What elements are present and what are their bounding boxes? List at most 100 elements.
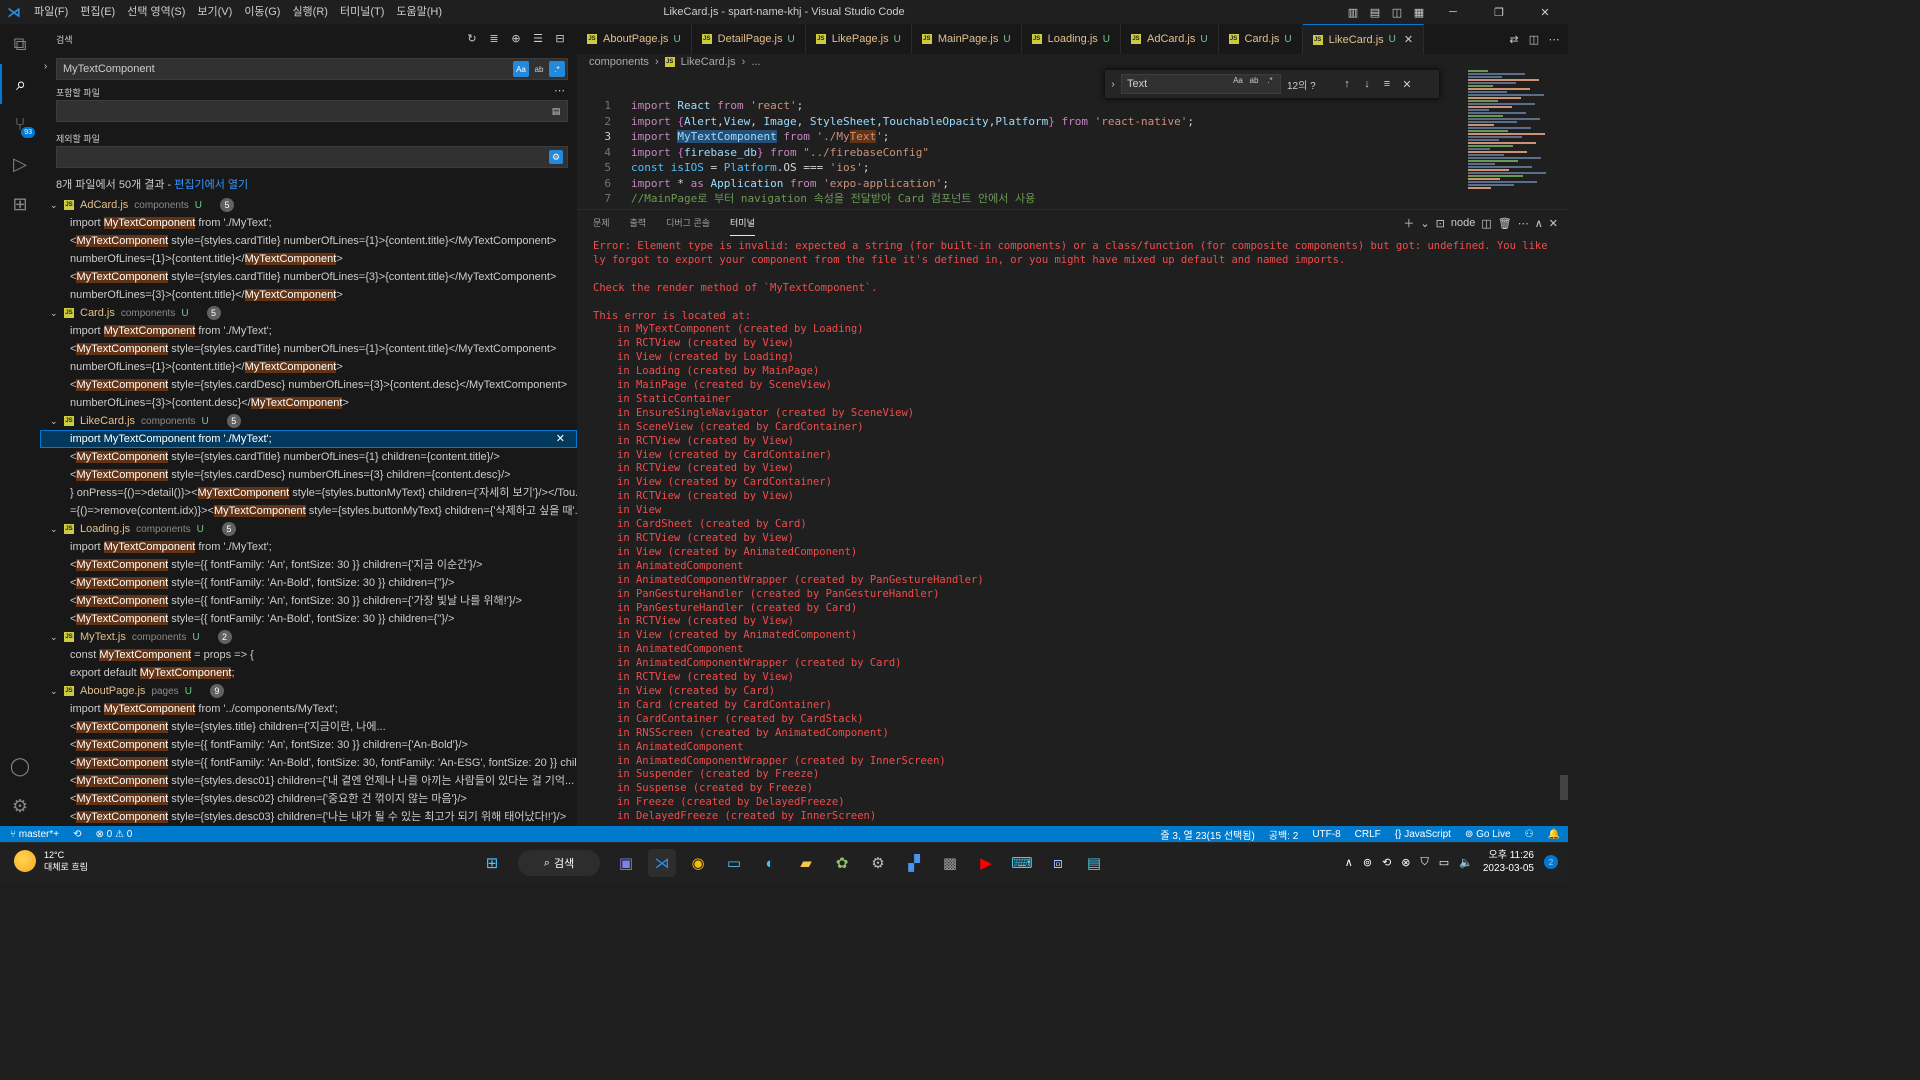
tray-app-icon[interactable]: ⊚ (1363, 856, 1372, 869)
minimap[interactable] (1468, 70, 1558, 205)
panel-tab[interactable]: 디버그 콘솔 (666, 210, 710, 236)
search-result-match[interactable]: numberOfLines={3}>{content.desc}</MyText… (40, 394, 577, 412)
extensions-icon[interactable]: ⊞ (0, 184, 40, 224)
remote-desktop-icon[interactable]: ⌨ (1008, 849, 1036, 877)
kill-terminal-icon[interactable]: 🗑 (1498, 217, 1512, 230)
close-panel-icon[interactable]: ✕ (1549, 217, 1558, 230)
weather-widget[interactable]: 12°C 대체로 흐림 (14, 849, 88, 873)
search-result-match[interactable]: import MyTextComponent from './MyText'; (40, 214, 577, 232)
new-terminal-icon[interactable]: ＋ (1403, 215, 1414, 231)
collapse-all-icon[interactable]: ⊟ (553, 32, 567, 45)
editor-tab[interactable]: JS MainPage.js U (912, 24, 1022, 54)
open-in-editor-link[interactable]: 편집기에서 열기 (174, 179, 248, 191)
search-input[interactable]: MyTextComponent Aa ab .* (56, 58, 568, 80)
terminal-output[interactable]: Error: Element type is invalid: expected… (593, 240, 1553, 824)
search-result-match[interactable]: <MyTextComponent style={styles.cardTitle… (40, 448, 577, 466)
panel-tab[interactable]: 출력 (630, 210, 647, 236)
match-case-toggle[interactable]: Aa (513, 61, 529, 77)
desktop-app-icon[interactable]: ▭ (720, 849, 748, 877)
split-editor-icon[interactable]: ◫ (1524, 33, 1544, 46)
open-editors-only-icon[interactable]: ▤ (549, 104, 563, 118)
toggle-panel-icon[interactable]: ▤ (1364, 6, 1386, 19)
accounts-status-icon[interactable]: ⚇ (1525, 829, 1534, 840)
go-live-button[interactable]: ⊚ Go Live (1465, 829, 1511, 840)
vscode-logo-icon[interactable]: ⋊ (0, 0, 28, 24)
edge-icon[interactable]: ◐ (756, 849, 784, 877)
breadcrumb-more[interactable]: ... (751, 56, 760, 68)
source-control-icon[interactable]: ⑂ 93 (0, 104, 40, 144)
menu-item[interactable]: 실행(R) (286, 0, 334, 24)
split-terminal-icon[interactable]: ◫ (1481, 217, 1491, 230)
search-result-match[interactable]: <MyTextComponent style={styles.cardDesc}… (40, 466, 577, 484)
search-result-match[interactable]: <MyTextComponent style={styles.desc02} c… (40, 790, 577, 808)
chevron-down-icon[interactable]: ⌄ (50, 416, 64, 427)
menu-item[interactable]: 선택 영역(S) (121, 0, 191, 24)
find-regex-toggle[interactable]: .* (1262, 76, 1278, 85)
toggle-replace-chevron-icon[interactable]: › (44, 61, 47, 72)
more-actions-icon[interactable]: ⋯ (1544, 33, 1564, 46)
chevron-down-icon[interactable]: ⌄ (50, 308, 64, 319)
branch-status[interactable]: ⑂ master*+ (10, 829, 59, 840)
search-result-match[interactable]: <MyTextComponent style={styles.cardTitle… (40, 232, 577, 250)
editor-tab[interactable]: JS LikeCard.js U ✕ (1302, 24, 1425, 54)
language-mode[interactable]: {} JavaScript (1395, 829, 1451, 840)
tray-sync-icon[interactable]: ⟲ (1382, 856, 1391, 869)
terminal-shell-name[interactable]: node (1451, 217, 1475, 229)
search-result-file[interactable]: ⌄ JS AboutPage.js pages U 9 (40, 682, 577, 700)
search-result-match[interactable]: <MyTextComponent style={styles.cardTitle… (40, 268, 577, 286)
search-result-file[interactable]: ⌄ JS AdCard.js components U 5 (40, 196, 577, 214)
editor-tab[interactable]: JS LikePage.js U (806, 24, 912, 54)
breadcrumb-folder[interactable]: components (589, 56, 649, 68)
search-result-match[interactable]: import MyTextComponent from './MyText'; (40, 538, 577, 556)
chevron-down-icon[interactable]: ⌄ (50, 200, 64, 211)
vscode-taskbar-icon[interactable]: ⋊ (648, 849, 676, 877)
eol-status[interactable]: CRLF (1355, 829, 1381, 840)
open-changes-icon[interactable]: ⇄ (1504, 33, 1524, 46)
clear-results-icon[interactable]: ≣ (487, 32, 501, 45)
notifications-bell-icon[interactable]: 🔔 (1548, 829, 1560, 840)
chevron-down-icon[interactable]: ⌄ (50, 524, 64, 535)
menu-item[interactable]: 이동(G) (238, 0, 286, 24)
menu-item[interactable]: 보기(V) (191, 0, 238, 24)
explorer-icon[interactable]: ⧉ (0, 24, 40, 64)
taskbar-search[interactable]: ⌕ 검색 (518, 850, 600, 876)
search-result-match[interactable]: import MyTextComponent from '../componen… (40, 700, 577, 718)
editor-tab[interactable]: JS AdCard.js U (1121, 24, 1219, 54)
menu-item[interactable]: 편집(E) (74, 0, 121, 24)
search-result-file[interactable]: ⌄ JS Card.js components U 5 (40, 304, 577, 322)
sync-icon[interactable]: ⟲ (73, 829, 81, 840)
editor-tab[interactable]: JS Card.js U (1219, 24, 1303, 54)
run-debug-icon[interactable]: ▷ (0, 144, 40, 184)
clock[interactable]: 오후 11:26 2023-03-05 (1483, 849, 1534, 875)
editor-tab[interactable]: JS DetailPage.js U (692, 24, 806, 54)
use-regex-toggle[interactable]: .* (549, 61, 565, 77)
restore-button[interactable]: ❐ (1476, 6, 1522, 19)
encoding-status[interactable]: UTF-8 (1312, 829, 1340, 840)
search-result-match[interactable]: <MyTextComponent style={{ fontFamily: 'A… (40, 736, 577, 754)
search-result-match[interactable]: numberOfLines={3}>{content.title}</MyTex… (40, 286, 577, 304)
search-result-file[interactable]: ⌄ JS Loading.js components U 5 (40, 520, 577, 538)
accounts-icon[interactable]: ◯ (0, 746, 40, 786)
search-result-match[interactable]: <MyTextComponent style={{ fontFamily: 'A… (40, 610, 577, 628)
file-explorer-icon[interactable]: ▰ (792, 849, 820, 877)
maximize-panel-icon[interactable]: ∧ (1535, 217, 1543, 230)
search-result-match[interactable]: import MyTextComponent from './MyText'; ✕ (40, 430, 577, 448)
search-result-match[interactable]: <MyTextComponent style={{ fontFamily: 'A… (40, 574, 577, 592)
search-result-match[interactable]: export default MyTextComponent; (40, 664, 577, 682)
menu-item[interactable]: 파일(F) (28, 0, 74, 24)
match-whole-word-toggle[interactable]: ab (531, 61, 547, 77)
menu-item[interactable]: 도움말(H) (390, 0, 448, 24)
customize-layout-icon[interactable]: ▦ (1408, 6, 1430, 19)
use-exclude-settings-icon[interactable]: ⚙ (549, 150, 563, 164)
search-result-match[interactable]: <MyTextComponent style={styles.title} ch… (40, 718, 577, 736)
close-find-icon[interactable]: ✕ (1397, 78, 1417, 91)
search-result-match[interactable]: } onPress={()=>detail()}><MyTextComponen… (40, 484, 577, 502)
search-result-match[interactable]: const MyTextComponent = props => { (40, 646, 577, 664)
search-icon[interactable]: ⌕ (0, 64, 40, 104)
panel-more-icon[interactable]: ⋯ (1518, 217, 1529, 230)
network-app-icon[interactable]: ⧈ (1044, 849, 1072, 877)
chevron-down-icon[interactable]: ⌄ (50, 686, 64, 697)
tray-shield-icon[interactable]: ⛉ (1420, 856, 1428, 869)
app-gray-icon[interactable]: ▩ (936, 849, 964, 877)
close-tab-icon[interactable]: ✕ (1404, 33, 1413, 46)
